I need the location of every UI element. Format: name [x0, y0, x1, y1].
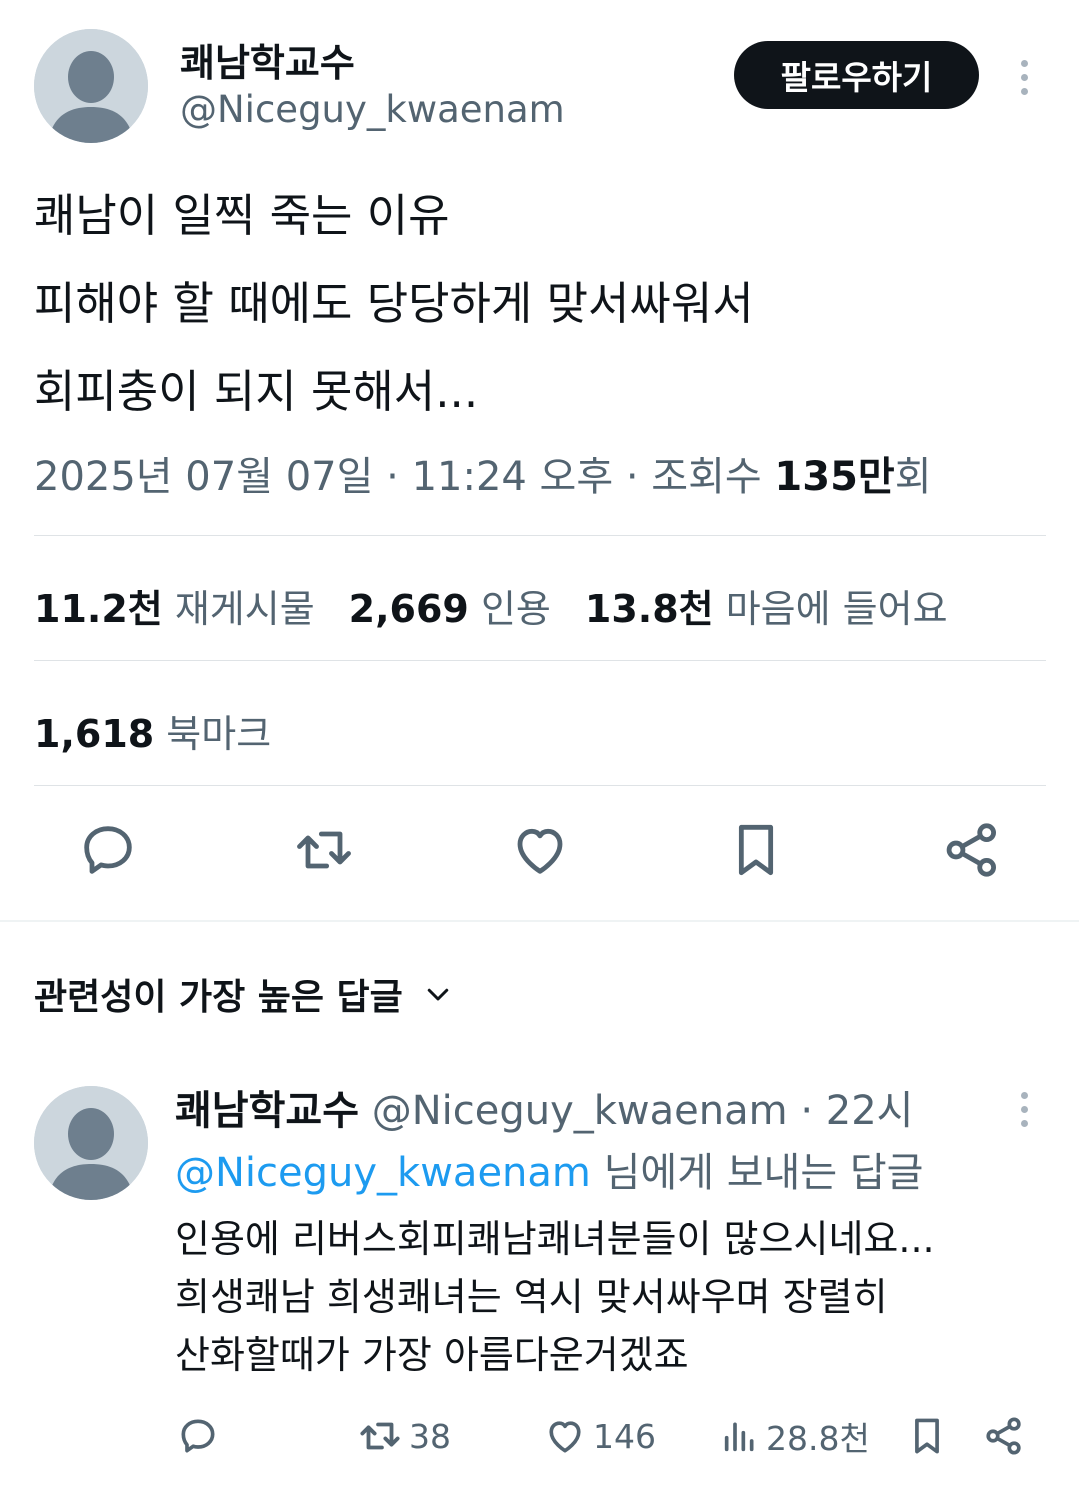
- divider: [34, 660, 1046, 661]
- bookmark-icon[interactable]: [905, 1408, 949, 1464]
- default-avatar-icon: [34, 29, 148, 143]
- like-icon[interactable]: [508, 818, 572, 882]
- timestamp[interactable]: 2025년 07월 07일 · 11:24 오후 · 조회수: [34, 454, 774, 500]
- bookmarks-stat[interactable]: 1,618 북마크: [34, 703, 271, 758]
- reply-author-handle[interactable]: @Niceguy_kwaenam · 22시: [372, 1088, 914, 1134]
- tweet-text-line: 피해야 할 때에도 당당하게 맞서싸워서: [34, 277, 754, 330]
- share-icon[interactable]: [982, 1408, 1026, 1464]
- quotes-stat[interactable]: 2,669 인용: [349, 578, 551, 633]
- reply-icon[interactable]: [76, 818, 140, 882]
- retweet-icon[interactable]: [292, 818, 356, 882]
- author-handle[interactable]: @Niceguy_kwaenam: [180, 88, 565, 131]
- reply-header: 쾌남학교수 @Niceguy_kwaenam · 22시: [175, 1078, 913, 1136]
- reply-text-line: 희생쾌남 희생쾌녀는 역시 맞서싸우며 장렬히: [175, 1275, 888, 1319]
- engagement-stats: 11.2천 재게시물 2,669 인용 13.8천 마음에 들어요: [34, 578, 948, 633]
- reply-to-suffix: 님에게 보내는 답글: [590, 1150, 924, 1196]
- tweet-text-line: 회피충이 되지 못해서...: [34, 365, 479, 418]
- reply-to-line: @Niceguy_kwaenam 님에게 보내는 답글: [175, 1140, 923, 1198]
- like-count: 146: [593, 1416, 656, 1456]
- mention-link[interactable]: @Niceguy_kwaenam: [175, 1150, 591, 1196]
- follow-button[interactable]: 팔로우하기: [734, 41, 979, 109]
- tweet-text: 쾌남이 일찍 죽는 이유 피해야 할 때에도 당당하게 맞서싸워서 회피충이 되…: [34, 172, 754, 436]
- avatar[interactable]: [34, 1086, 148, 1200]
- view-count: 28.8천: [766, 1419, 870, 1458]
- default-avatar-icon: [34, 1086, 148, 1200]
- divider: [34, 535, 1046, 536]
- chevron-down-icon: [427, 988, 449, 1001]
- divider: [34, 785, 1046, 786]
- like-icon: [549, 1421, 581, 1453]
- tweet-text-line: 쾌남이 일찍 죽는 이유: [34, 189, 450, 242]
- retweet-button[interactable]: 38: [357, 1408, 451, 1464]
- replies-sort-label: 관련성이 가장 높은 답글: [34, 977, 403, 1018]
- views-button[interactable]: 28.8천: [720, 1408, 870, 1464]
- reply-action-bar: 38 146 28.8천: [0, 1408, 1079, 1464]
- share-icon[interactable]: [940, 818, 1004, 882]
- more-icon[interactable]: [1016, 60, 1032, 102]
- likes-stat[interactable]: 13.8천 마음에 들어요: [585, 578, 948, 633]
- reposts-stat[interactable]: 11.2천 재게시물: [34, 578, 315, 633]
- retweet-count: 38: [409, 1416, 451, 1456]
- section-divider: [0, 920, 1079, 922]
- view-suffix: 회: [894, 454, 932, 500]
- like-button[interactable]: 146: [543, 1408, 656, 1464]
- replies-sort-selector[interactable]: 관련성이 가장 높은 답글: [34, 968, 453, 1020]
- retweet-icon: [360, 1422, 400, 1450]
- reply-author-name[interactable]: 쾌남학교수: [175, 1088, 359, 1134]
- bookmark-stats: 1,618 북마크: [34, 703, 271, 758]
- avatar[interactable]: [34, 29, 148, 143]
- view-count: 135만: [774, 454, 895, 500]
- reply-text: 인용에 리버스회피쾌남쾌녀분들이 많으시네요... 희생쾌남 희생쾌녀는 역시 …: [175, 1210, 935, 1384]
- more-icon[interactable]: [1016, 1092, 1032, 1134]
- author-name[interactable]: 쾌남학교수: [180, 32, 355, 87]
- views-icon: [724, 1422, 754, 1452]
- reply-icon[interactable]: [176, 1408, 220, 1464]
- reply-text-line: 산화할때가 가장 아름다운거겠죠: [175, 1333, 689, 1377]
- tweet-meta: 2025년 07월 07일 · 11:24 오후 · 조회수 135만회: [34, 444, 932, 502]
- reply-text-line: 인용에 리버스회피쾌남쾌녀분들이 많으시네요...: [175, 1217, 935, 1261]
- action-bar: [0, 818, 1079, 890]
- bookmark-icon[interactable]: [724, 818, 788, 882]
